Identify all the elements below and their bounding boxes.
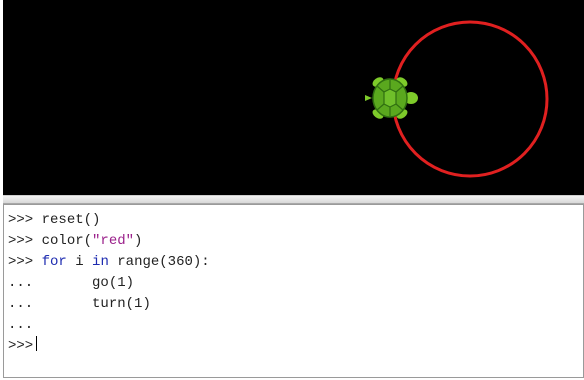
code-text: turn(1) xyxy=(41,296,151,312)
python-console[interactable]: >>> reset() >>> color("red") >>> for i in … xyxy=(3,204,584,378)
text-cursor xyxy=(36,336,38,351)
code-keyword: for xyxy=(41,254,67,270)
console-lines: >>> reset() >>> color("red") >>> for i in … xyxy=(4,205,583,357)
code-text: i xyxy=(66,254,93,270)
console-line: ... xyxy=(8,315,583,336)
console-line: >>> xyxy=(8,336,583,357)
code-text: reset() xyxy=(41,212,101,228)
console-prompt: >>> xyxy=(8,254,42,270)
canvas-background xyxy=(3,0,584,195)
turtle-canvas-svg xyxy=(3,0,584,195)
console-prompt: >>> xyxy=(8,233,42,249)
console-prompt: ... xyxy=(8,317,34,333)
console-prompt: >>> xyxy=(8,212,42,228)
code-string: "red" xyxy=(92,233,135,249)
code-text: range(360): xyxy=(108,254,210,270)
turtle-shell-center-scute xyxy=(383,88,397,108)
turtle-graphics-app: >>> reset() >>> color("red") >>> for i in … xyxy=(0,0,584,380)
pane-splitter[interactable] xyxy=(3,195,584,204)
console-prompt: >>> xyxy=(8,338,34,354)
console-prompt: ... xyxy=(8,296,34,312)
code-text: ) xyxy=(134,233,143,249)
console-line: ... turn(1) xyxy=(8,294,583,315)
code-keyword: in xyxy=(92,254,109,270)
code-text: go(1) xyxy=(41,275,135,291)
console-line: >>> reset() xyxy=(8,210,583,231)
turtle-canvas[interactable] xyxy=(3,0,584,195)
code-text: color( xyxy=(41,233,93,249)
console-line: >>> for i in range(360): xyxy=(8,252,583,273)
console-line: ... go(1) xyxy=(8,273,583,294)
console-prompt: ... xyxy=(8,275,34,291)
console-line: >>> color("red") xyxy=(8,231,583,252)
